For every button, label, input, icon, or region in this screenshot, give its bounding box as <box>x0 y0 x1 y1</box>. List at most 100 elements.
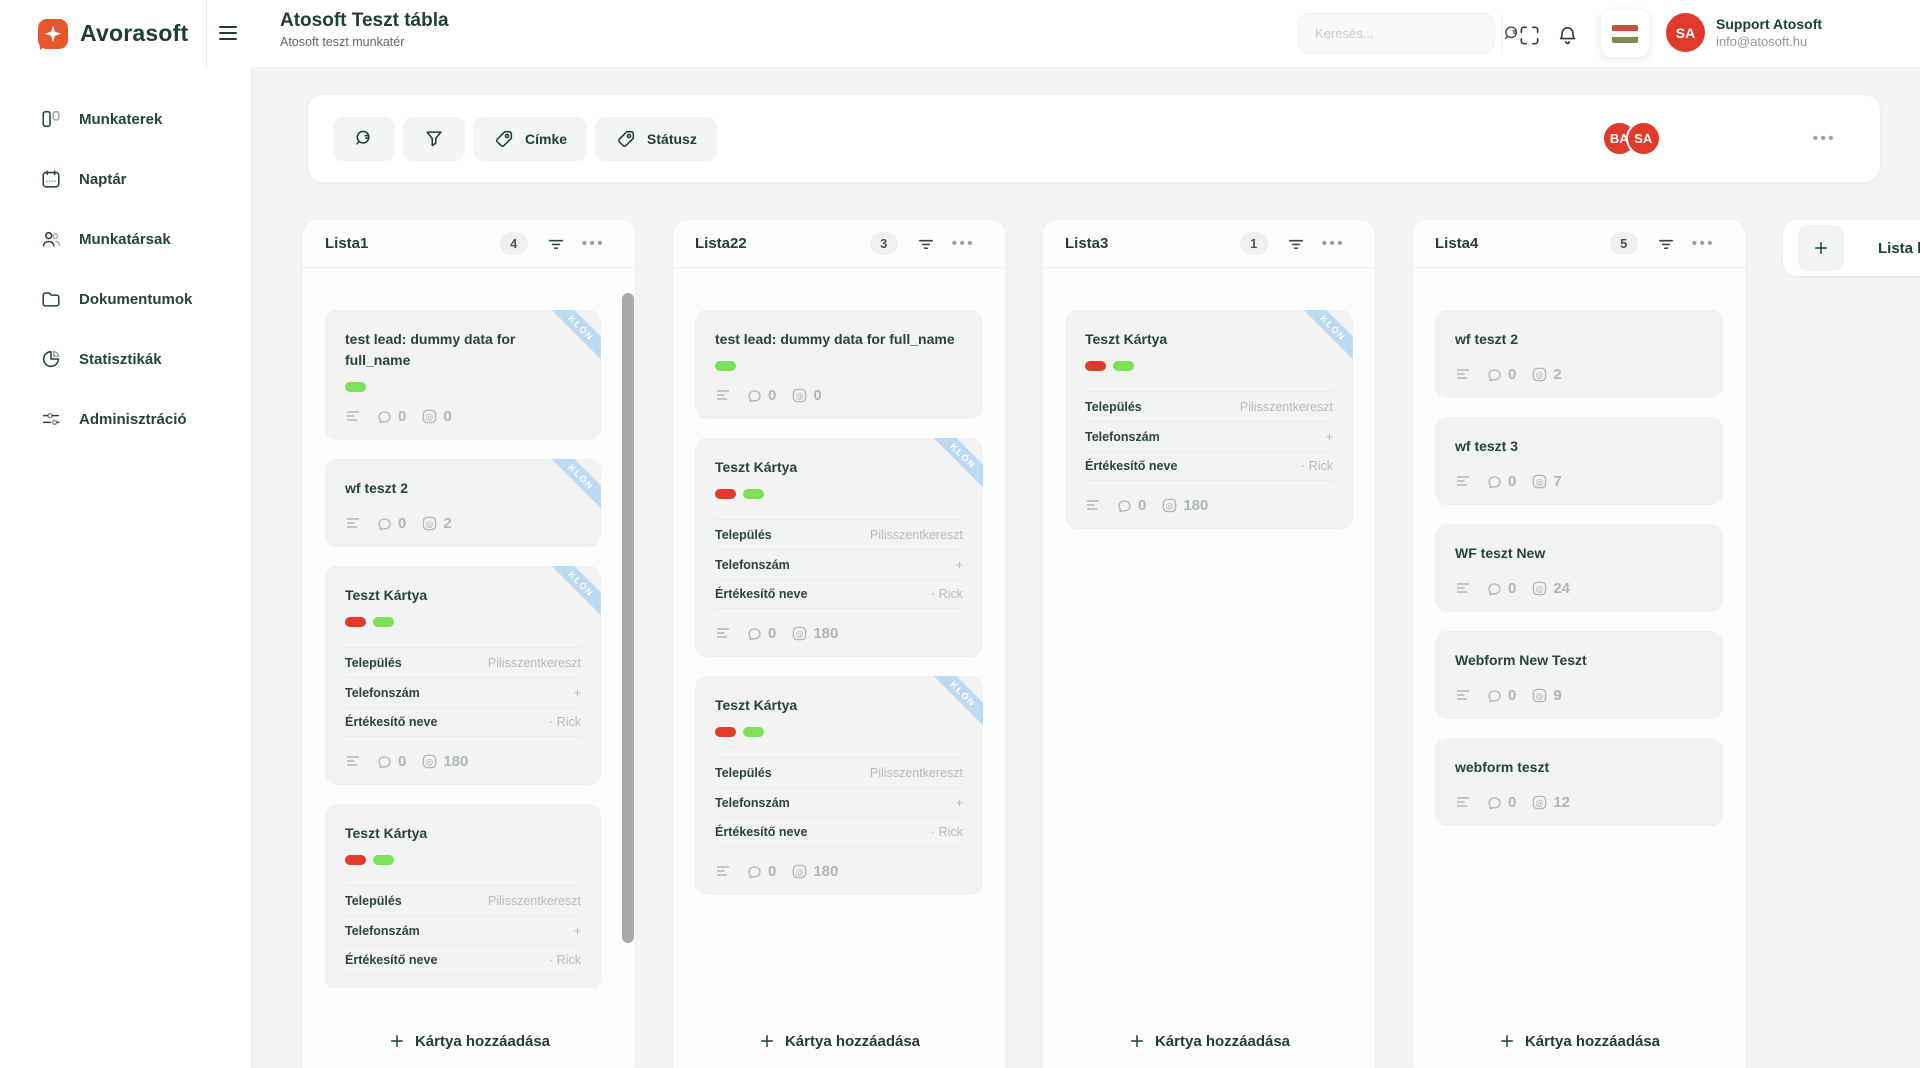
add-card-button[interactable]: Kártya hozzáadása <box>1043 988 1375 1068</box>
search-input[interactable] <box>1299 26 1501 41</box>
mention-icon[interactable]: @ <box>1531 580 1548 597</box>
card-field-row: TelepülésPilisszentkereszt <box>715 519 963 549</box>
field-value: + <box>956 796 963 810</box>
filter-lines-icon[interactable] <box>1286 234 1306 254</box>
mentions-count: @180 <box>791 625 838 642</box>
plus-icon[interactable] <box>758 1032 776 1050</box>
státusz-toolbar-button[interactable]: Státusz <box>595 117 717 161</box>
add-card-label: Kártya hozzáadása <box>1155 1033 1290 1050</box>
user-menu[interactable]: SA Support Atosoft info@atosoft.hu <box>1666 13 1822 52</box>
comments-count: 0 <box>1116 497 1146 514</box>
align-left-icon[interactable] <box>715 625 731 641</box>
card[interactable]: KLÓNTeszt KártyaTelepülésPilisszentkeres… <box>695 438 983 657</box>
align-left-icon[interactable] <box>715 387 731 403</box>
filter-lines-icon[interactable] <box>546 234 566 254</box>
green-label-pill <box>1113 361 1134 371</box>
list-options-dots-icon[interactable]: ••• <box>1692 239 1715 249</box>
search-toolbar-button[interactable] <box>333 117 395 161</box>
card[interactable]: KLÓNtest lead: dummy data for full_name0… <box>325 310 601 440</box>
card[interactable]: KLÓNTeszt KártyaTelepülésPilisszentkeres… <box>1065 310 1353 529</box>
comment-icon[interactable] <box>746 387 763 404</box>
card[interactable]: KLÓNTeszt KártyaTelepülésPilisszentkeres… <box>695 676 983 895</box>
card-footer: 0@0 <box>345 407 581 425</box>
filter-lines-icon[interactable] <box>1656 234 1676 254</box>
fullscreen-icon[interactable] <box>1516 22 1542 48</box>
align-left-icon[interactable] <box>1455 580 1471 596</box>
mention-icon[interactable]: @ <box>1161 497 1178 514</box>
comment-icon[interactable] <box>746 863 763 880</box>
language-flag-button[interactable] <box>1601 10 1649 57</box>
list-card-count-badge: 5 <box>1610 232 1638 255</box>
mention-icon[interactable]: @ <box>1531 473 1548 490</box>
align-left-icon[interactable] <box>345 753 361 769</box>
card-footer: 0@2 <box>345 514 581 532</box>
card[interactable]: test lead: dummy data for full_name0@0 <box>695 310 983 419</box>
clone-ribbon: KLÓN <box>543 566 601 622</box>
field-value: Pilisszentkereszt <box>870 528 963 542</box>
card[interactable]: KLÓNTeszt KártyaTelepülésPilisszentkeres… <box>325 566 601 785</box>
card[interactable]: Teszt KártyaTelepülésPilisszentkeresztTe… <box>325 804 601 988</box>
mention-icon[interactable]: @ <box>1531 366 1548 383</box>
board-options-dots-icon[interactable]: ••• <box>1813 134 1836 144</box>
list-card-count-badge: 3 <box>870 232 898 255</box>
add-card-button[interactable]: Kártya hozzáadása <box>673 988 1005 1068</box>
sidebar-item-adminisztráció[interactable]: Adminisztráció <box>0 389 251 449</box>
menu-toggle-button[interactable] <box>219 23 241 43</box>
comment-icon[interactable] <box>376 753 393 770</box>
mention-icon[interactable]: @ <box>421 753 438 770</box>
list-options-dots-icon[interactable]: ••• <box>582 239 605 249</box>
field-label: Telefonszám <box>715 558 790 572</box>
comment-icon[interactable] <box>376 515 393 532</box>
sidebar-item-munkatársak[interactable]: Munkatársak <box>0 209 251 269</box>
mention-icon[interactable]: @ <box>1531 687 1548 704</box>
align-left-icon[interactable] <box>1455 366 1471 382</box>
sidebar-item-naptár[interactable]: Naptár <box>0 149 251 209</box>
comment-icon[interactable] <box>746 625 763 642</box>
plus-icon[interactable] <box>1498 1032 1516 1050</box>
align-left-icon[interactable] <box>1455 473 1471 489</box>
card[interactable]: KLÓNwf teszt 20@2 <box>325 459 601 547</box>
sidebar-item-munkaterek[interactable]: Munkaterek <box>0 89 251 149</box>
mention-icon[interactable]: @ <box>791 863 808 880</box>
filter-funnel-toolbar-button[interactable] <box>403 117 465 161</box>
mention-icon[interactable]: @ <box>791 625 808 642</box>
member-avatar[interactable]: SA <box>1626 121 1661 156</box>
card[interactable]: webform teszt0@12 <box>1435 738 1723 826</box>
comment-icon[interactable] <box>1116 497 1133 514</box>
add-card-button[interactable]: Kártya hozzáadása <box>303 988 635 1068</box>
sidebar-item-statisztikák[interactable]: Statisztikák <box>0 329 251 389</box>
align-left-icon[interactable] <box>345 408 361 424</box>
list-options-dots-icon[interactable]: ••• <box>1322 239 1345 249</box>
sidebar-item-label: Adminisztráció <box>79 411 187 428</box>
filter-lines-icon[interactable] <box>916 234 936 254</box>
card[interactable]: wf teszt 20@2 <box>1435 310 1723 398</box>
comment-icon[interactable] <box>1486 473 1503 490</box>
comment-icon[interactable] <box>1486 366 1503 383</box>
címke-toolbar-button[interactable]: Címke <box>473 117 587 161</box>
align-left-icon[interactable] <box>345 515 361 531</box>
card[interactable]: wf teszt 30@7 <box>1435 417 1723 505</box>
add-list-button[interactable]: Lista lé <box>1783 220 1920 276</box>
mention-icon[interactable]: @ <box>1531 794 1548 811</box>
comment-icon[interactable] <box>1486 794 1503 811</box>
add-card-button[interactable]: Kártya hozzáadása <box>1413 988 1745 1068</box>
card[interactable]: WF teszt New0@24 <box>1435 524 1723 612</box>
align-left-icon[interactable] <box>715 863 731 879</box>
field-value: · Rick <box>931 825 963 839</box>
comment-icon[interactable] <box>376 408 393 425</box>
card[interactable]: Webform New Teszt0@9 <box>1435 631 1723 719</box>
align-left-icon[interactable] <box>1085 497 1101 513</box>
mention-icon[interactable]: @ <box>791 387 808 404</box>
align-left-icon[interactable] <box>1455 687 1471 703</box>
sidebar-item-dokumentumok[interactable]: Dokumentumok <box>0 269 251 329</box>
list-options-dots-icon[interactable]: ••• <box>952 239 975 249</box>
mention-icon[interactable]: @ <box>421 408 438 425</box>
notifications-bell-icon[interactable] <box>1554 22 1580 48</box>
comment-icon[interactable] <box>1486 687 1503 704</box>
comment-icon[interactable] <box>1486 580 1503 597</box>
plus-icon[interactable] <box>1128 1032 1146 1050</box>
plus-icon[interactable] <box>388 1032 406 1050</box>
list-scrollbar-thumb[interactable] <box>622 293 634 943</box>
mention-icon[interactable]: @ <box>421 515 438 532</box>
align-left-icon[interactable] <box>1455 794 1471 810</box>
